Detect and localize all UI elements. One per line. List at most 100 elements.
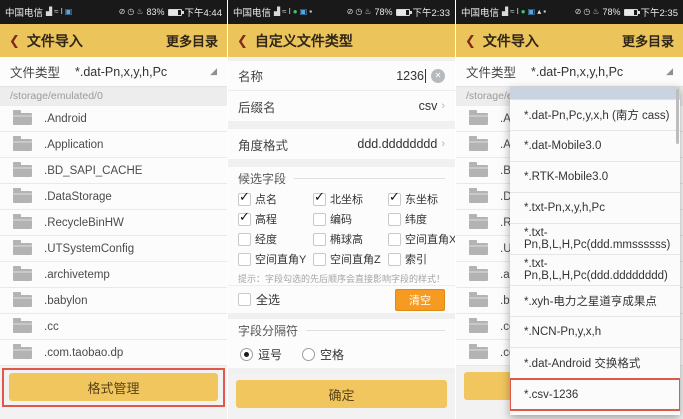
- file-type-row[interactable]: 文件类型 *.dat-Pn,x,y,h,Pc ◢: [456, 57, 683, 87]
- checkbox-field[interactable]: 点名: [238, 189, 313, 209]
- separator-radio-group: 逗号 空格: [228, 341, 455, 368]
- carrier-label: 中国电信: [5, 5, 43, 19]
- checkbox-field[interactable]: 东坐标: [388, 189, 455, 209]
- bottom-button-area: 确定: [228, 374, 455, 419]
- checkbox-label: 高程: [255, 211, 277, 227]
- folder-row[interactable]: .DataStorage: [0, 184, 227, 210]
- annotation-red-box: 格式管理: [2, 368, 225, 407]
- clear-input-icon[interactable]: ✕: [431, 69, 445, 83]
- checkbox-icon: [313, 213, 326, 226]
- status-right-icons: ⊘◷♨: [347, 8, 372, 16]
- checkbox-icon: [388, 233, 401, 246]
- angle-format-row[interactable]: 角度格式 ddd.dddddddd ›: [228, 129, 455, 159]
- name-input-value[interactable]: 1236: [396, 69, 424, 83]
- sim-icon: I: [517, 8, 519, 16]
- more-directories-button[interactable]: 更多目录: [166, 31, 218, 50]
- folder-icon: [469, 243, 488, 255]
- dropdown-item[interactable]: *.dat-Pn,Pc,y,x,h (南方 cass): [510, 100, 680, 131]
- suffix-label: 后缀名: [238, 97, 276, 116]
- folder-name: .RecycleBinHW: [44, 217, 124, 229]
- panel-custom-file-type: 中国电信 ▟≈I●▣▪ ⊘◷♨ 78% 下午2:33 ❮ 自定义文件类型 名称 …: [228, 0, 455, 419]
- separator-radio-option[interactable]: 逗号: [240, 346, 282, 363]
- folder-icon: [13, 139, 32, 151]
- checkbox-field[interactable]: 空间直角Z: [313, 249, 388, 269]
- back-chevron-icon[interactable]: ❮: [9, 33, 20, 49]
- folder-row[interactable]: .UTSystemConfig: [0, 236, 227, 262]
- mic-icon: ▪: [543, 8, 546, 16]
- section-gap: [228, 121, 455, 129]
- checkbox-field[interactable]: 索引: [388, 249, 455, 269]
- dropdown-selected-partial-item[interactable]: *.dat-Pn,x,y,h,Pc: [510, 87, 680, 100]
- checkbox-label: 北坐标: [330, 191, 363, 207]
- dropdown-item[interactable]: *.txt-Pn,B,L,H,Pc(ddd.dddddddd): [510, 255, 680, 286]
- format-manage-button[interactable]: 格式管理: [9, 373, 218, 401]
- file-type-row[interactable]: 文件类型 *.dat-Pn,x,y,h,Pc ◢: [0, 57, 227, 87]
- dropdown-item[interactable]: *.txt-Pn,B,L,H,Pc(ddd.mmssssss): [510, 224, 680, 255]
- confirm-button[interactable]: 确定: [236, 380, 447, 408]
- dropdown-item[interactable]: *.dat-Android 交换格式: [510, 348, 680, 379]
- back-chevron-icon[interactable]: ❮: [237, 33, 248, 49]
- folder-row[interactable]: .com.taobao.dp: [0, 340, 227, 366]
- checkbox-field[interactable]: 空间直角Y: [238, 249, 313, 269]
- upload-icon: ▴: [537, 8, 541, 16]
- checkbox-field[interactable]: 空间直角X: [388, 229, 455, 249]
- clear-fields-button[interactable]: 清空: [395, 289, 445, 311]
- checkbox-field[interactable]: 纬度: [388, 209, 455, 229]
- folder-row[interactable]: .Android: [0, 106, 227, 132]
- suffix-field-row[interactable]: 后缀名 csv ›: [228, 91, 455, 121]
- wifi-icon: ≈: [510, 8, 514, 16]
- folder-icon: [13, 347, 32, 359]
- folder-row[interactable]: .cc: [0, 314, 227, 340]
- checkbox-field[interactable]: 高程: [238, 209, 313, 229]
- battery-percent: 78%: [374, 7, 392, 17]
- file-type-dropdown: *.dat-Pn,x,y,h,Pc *.dat-Pn,Pc,y,x,h (南方 …: [510, 87, 680, 415]
- angle-format-label: 角度格式: [238, 135, 288, 154]
- name-label: 名称: [238, 66, 263, 85]
- folder-row[interactable]: .Application: [0, 132, 227, 158]
- separator-section: 字段分隔符 逗号空格: [228, 319, 455, 368]
- folder-list: .Android.Application.BD_SAPI_CACHE.DataS…: [0, 106, 227, 366]
- radio-label: 逗号: [258, 346, 282, 363]
- file-type-value: *.dat-Pn,x,y,h,Pc: [75, 65, 167, 79]
- app-notification-icon: ▣: [528, 8, 536, 16]
- vibrate-icon: ♨: [136, 8, 143, 16]
- dropdown-item[interactable]: *.xyh-电力之星道亨成果点: [510, 286, 680, 317]
- checkbox-icon: [388, 213, 401, 226]
- dropdown-item[interactable]: *.NCN-Pn,y,x,h: [510, 317, 680, 348]
- checkbox-field[interactable]: 椭球高: [313, 229, 388, 249]
- status-bar: 中国电信 ▟≈I▣ ⊘◷♨ 83% 下午4:44: [0, 0, 227, 24]
- select-all-checkbox[interactable]: [238, 293, 251, 306]
- more-directories-button[interactable]: 更多目录: [622, 31, 674, 50]
- dropdown-triangle-icon[interactable]: ◢: [666, 66, 673, 77]
- checkbox-field[interactable]: 编码: [313, 209, 388, 229]
- select-all-row: 全选 清空: [228, 285, 455, 313]
- dropdown-triangle-icon[interactable]: ◢: [210, 66, 217, 77]
- status-time: 下午2:33: [413, 5, 451, 19]
- checkbox-icon: [238, 213, 251, 226]
- folder-row[interactable]: .babylon: [0, 288, 227, 314]
- folder-icon: [469, 295, 488, 307]
- do-not-disturb-icon: ⊘: [575, 8, 582, 16]
- dropdown-item[interactable]: *.dat-Mobile3.0: [510, 131, 680, 162]
- checkbox-field[interactable]: 北坐标: [313, 189, 388, 209]
- checkbox-field[interactable]: 经度: [238, 229, 313, 249]
- name-field-row[interactable]: 名称 1236 ✕: [228, 61, 455, 91]
- back-chevron-icon[interactable]: ❮: [465, 33, 476, 49]
- checkbox-label: 点名: [255, 191, 277, 207]
- dropdown-item[interactable]: *.txt-Pn,x,y,h,Pc: [510, 193, 680, 224]
- checkbox-label: 索引: [405, 251, 427, 267]
- separator-radio-option[interactable]: 空格: [302, 346, 344, 363]
- dropdown-item[interactable]: *.csv-1236: [510, 379, 680, 410]
- dropdown-item[interactable]: *.RTK-Mobile3.0: [510, 162, 680, 193]
- sim-icon: I: [61, 8, 63, 16]
- folder-row[interactable]: .archivetemp: [0, 262, 227, 288]
- checkbox-icon: [313, 253, 326, 266]
- folder-row[interactable]: .RecycleBinHW: [0, 210, 227, 236]
- chevron-right-icon: ›: [441, 138, 445, 150]
- sim-icon: I: [289, 8, 291, 16]
- file-type-label: 文件类型: [466, 62, 516, 81]
- folder-row[interactable]: .BD_SAPI_CACHE: [0, 158, 227, 184]
- nav-bar: ❮ 文件导入 更多目录: [0, 24, 227, 57]
- suffix-value: csv: [419, 99, 438, 113]
- folder-icon: [469, 139, 488, 151]
